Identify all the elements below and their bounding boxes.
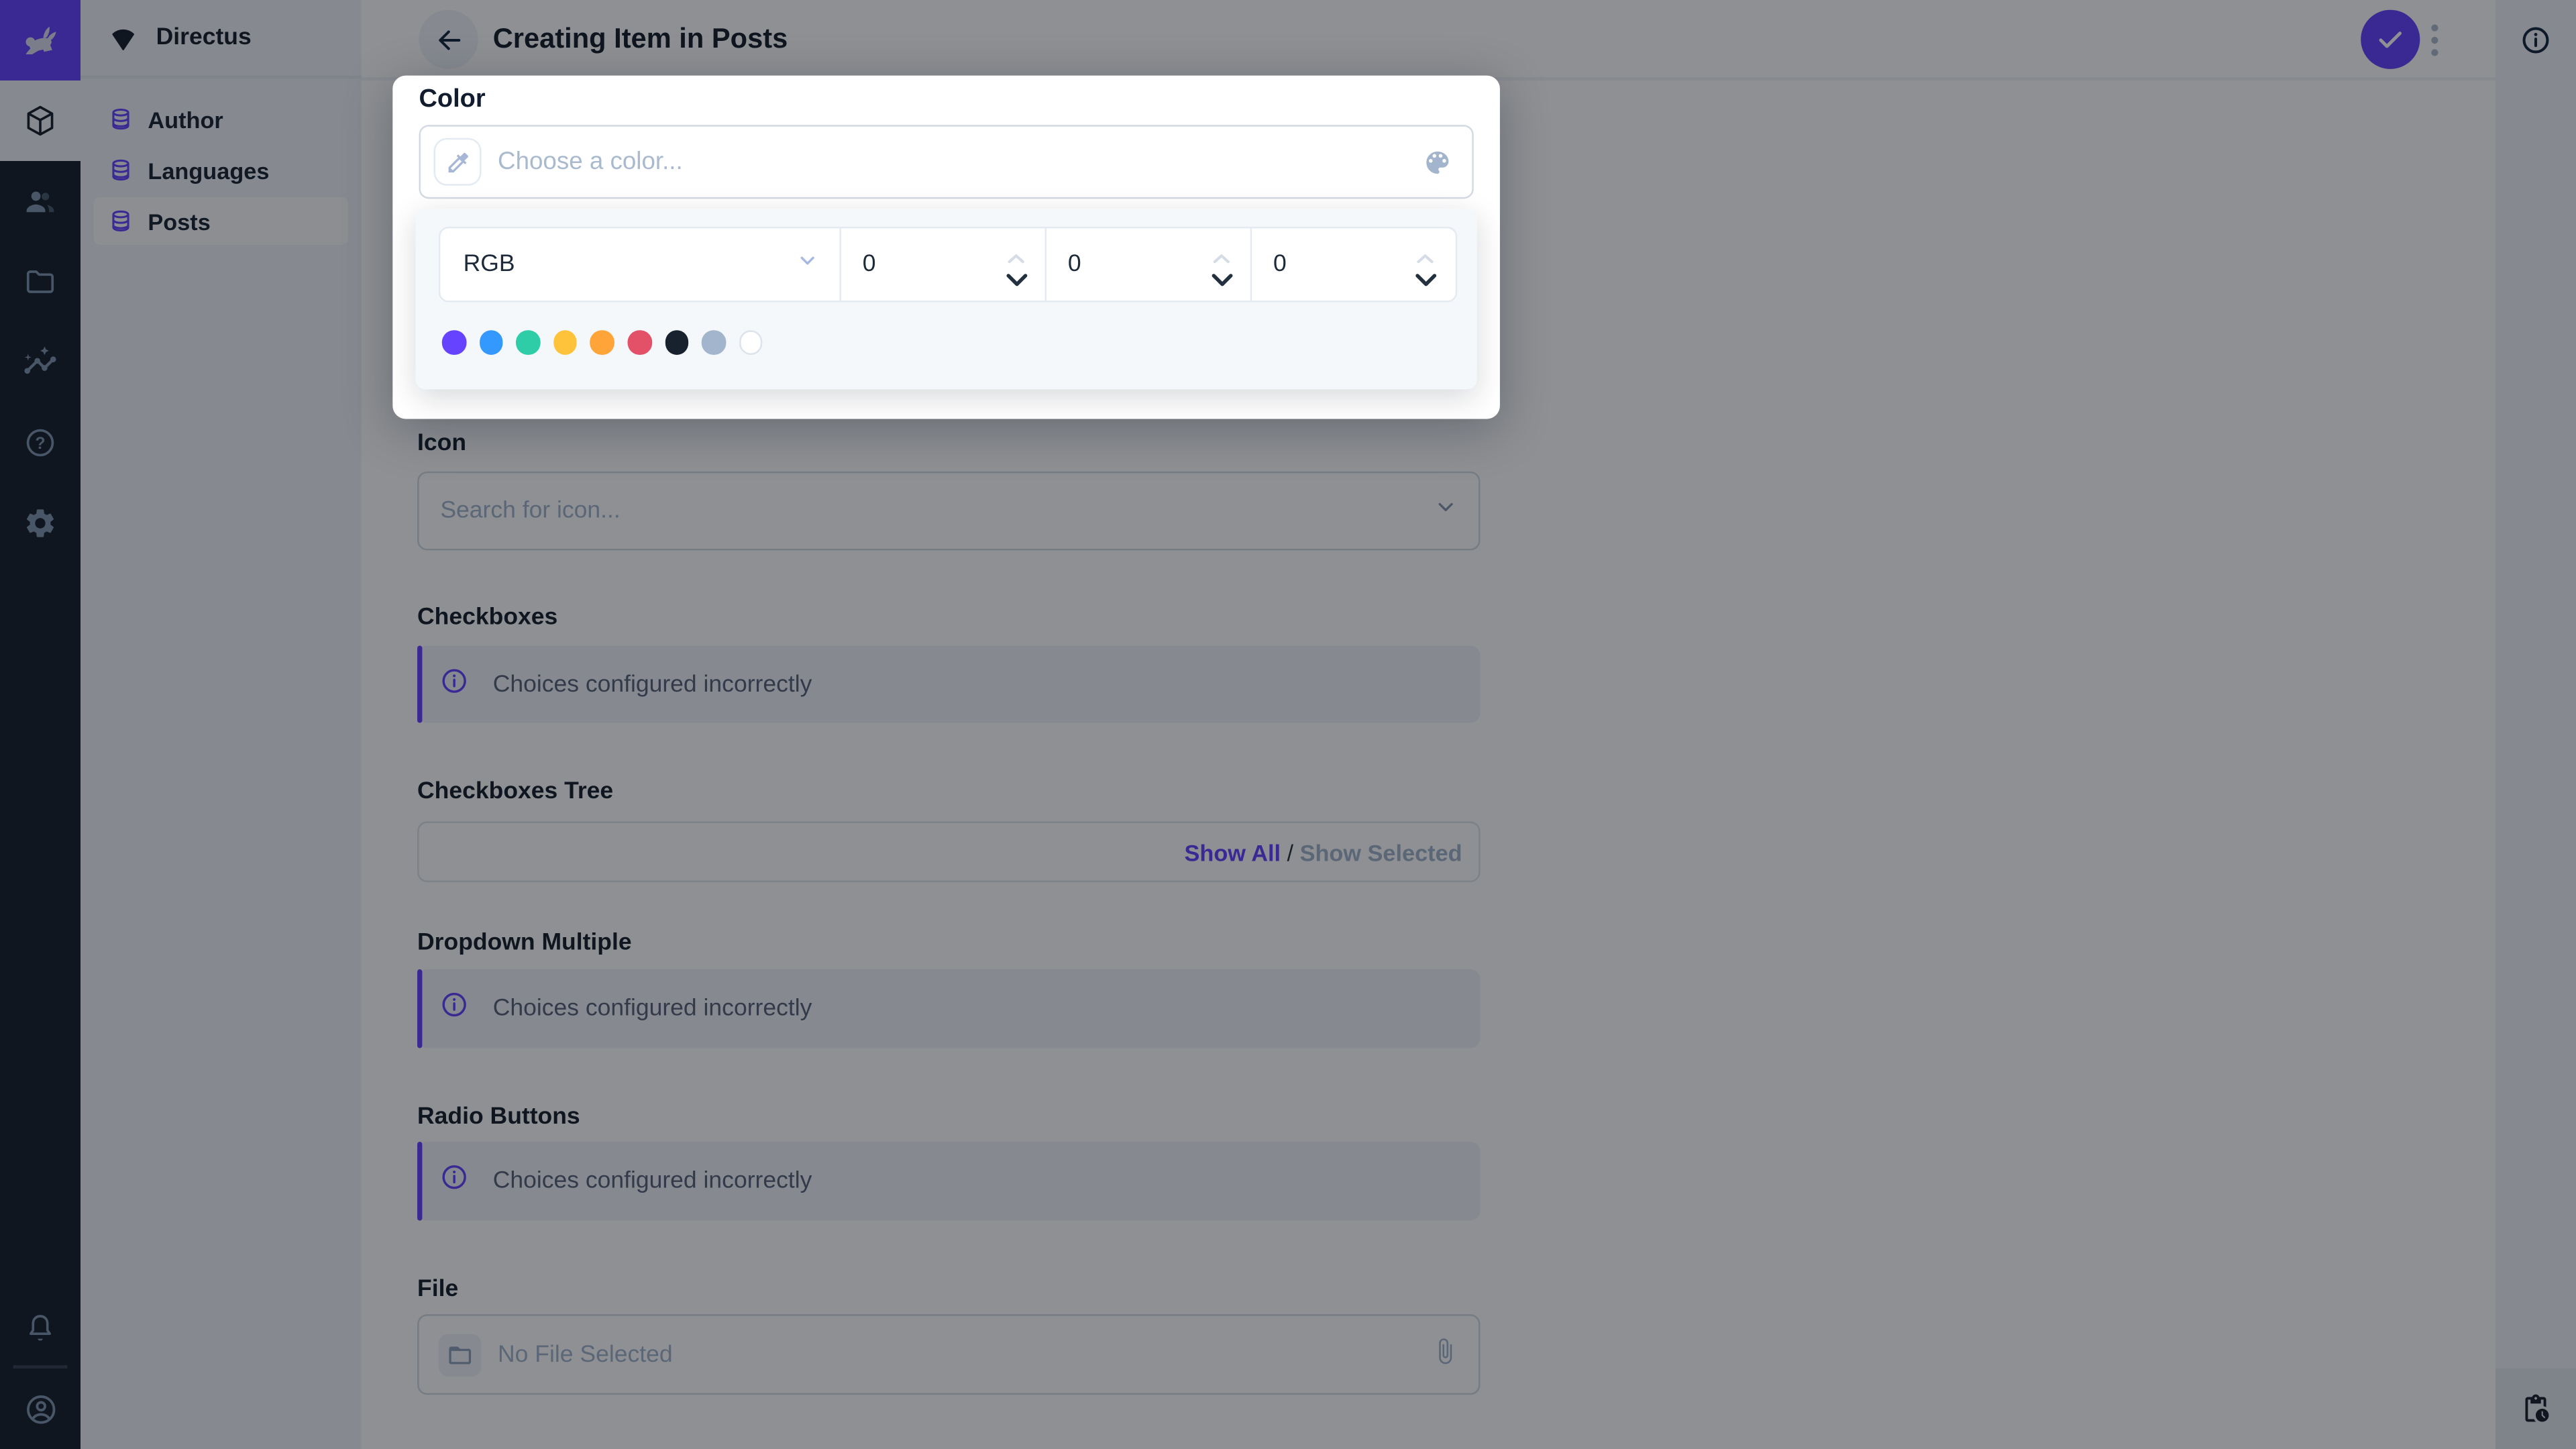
- color-mode-value: RGB: [463, 251, 515, 278]
- color-picker-menu: RGB: [415, 209, 1477, 390]
- palette-toggle-button[interactable]: [1423, 147, 1452, 176]
- red-channel-cell: [839, 228, 1045, 301]
- green-channel-cell: [1044, 228, 1250, 301]
- stepper-down-icon[interactable]: [1006, 266, 1028, 296]
- stepper-down-icon[interactable]: [1211, 266, 1234, 296]
- chevron-down-icon: [795, 248, 820, 281]
- directus-app: ? Directus Author Languages Posts Creati…: [0, 0, 2576, 1449]
- stepper-down-icon[interactable]: [1415, 266, 1438, 296]
- eyedropper-icon: [447, 152, 468, 172]
- color-mode-row: RGB: [438, 226, 1458, 303]
- palette-icon: [1426, 150, 1449, 173]
- color-picker-popup: Color RGB: [392, 75, 1500, 419]
- color-input-field: [419, 125, 1474, 199]
- color-swatch[interactable]: [739, 330, 763, 354]
- color-swatch[interactable]: [479, 330, 503, 354]
- color-swatch[interactable]: [664, 330, 689, 354]
- color-field-label: Color: [419, 85, 486, 113]
- color-swatch[interactable]: [441, 330, 466, 354]
- blue-channel-cell: [1250, 228, 1454, 301]
- color-presets: [441, 330, 763, 354]
- color-swatch[interactable]: [553, 330, 578, 354]
- color-swatch[interactable]: [590, 330, 614, 354]
- color-swatch[interactable]: [702, 330, 726, 354]
- color-mode-select[interactable]: RGB: [440, 228, 839, 301]
- color-value-input[interactable]: [420, 126, 1472, 197]
- eyedropper-button[interactable]: [433, 138, 482, 186]
- color-swatch[interactable]: [627, 330, 652, 354]
- color-swatch[interactable]: [516, 330, 541, 354]
